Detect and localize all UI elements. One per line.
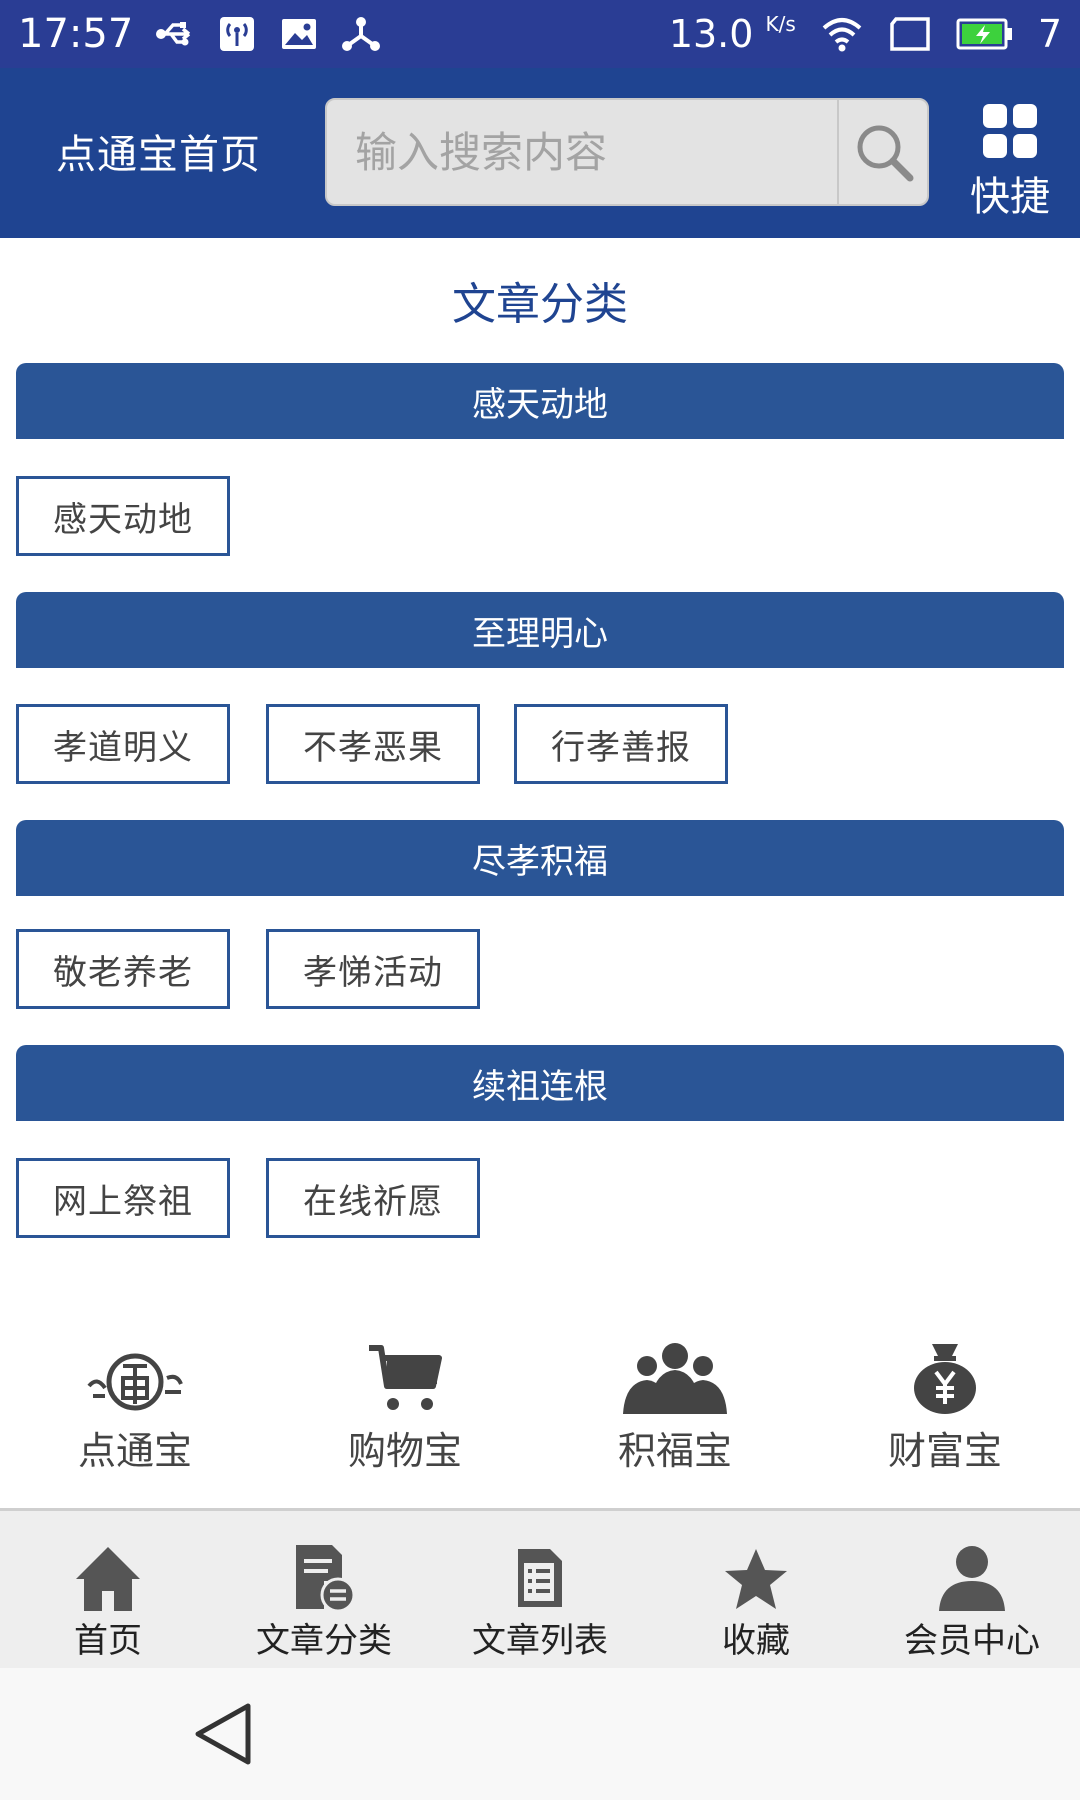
dtb-logo-icon — [87, 1353, 183, 1411]
status-time: 17:57 — [18, 11, 134, 57]
tab-article-category[interactable]: 文章分类 — [224, 1541, 424, 1662]
sim-icon — [890, 17, 930, 51]
quick-link-shopping[interactable]: 购物宝 — [305, 1338, 505, 1475]
status-bar: 17:57 13.0 K/s 7 — [0, 0, 1080, 68]
quick-menu-button[interactable]: 快捷 — [962, 102, 1058, 222]
quick-link-blessing[interactable]: 积福宝 — [575, 1338, 775, 1475]
net-speed: 13.0 K/s — [668, 12, 796, 56]
battery-level: 7 — [1037, 12, 1062, 56]
tag-button[interactable]: 网上祭祖 — [16, 1158, 230, 1238]
usb-icon — [156, 22, 191, 46]
tab-article-list[interactable]: 文章列表 — [440, 1541, 640, 1662]
tab-favorites[interactable]: 收藏 — [656, 1541, 856, 1662]
tag-button[interactable]: 敬老养老 — [16, 929, 230, 1009]
star-icon — [725, 1549, 787, 1609]
doc-category-icon — [296, 1545, 356, 1611]
bottom-tab-bar: 首页 文章分类 文章列表 收藏 会员中心 — [0, 1508, 1080, 1668]
money-bag-icon — [914, 1344, 976, 1414]
tab-home[interactable]: 首页 — [8, 1541, 208, 1662]
status-icons-right: 13.0 K/s 7 — [669, 12, 1062, 56]
search-input[interactable] — [327, 100, 837, 204]
home-icon — [76, 1547, 140, 1611]
battery-icon — [956, 18, 1012, 50]
usb-tether-icon — [342, 17, 381, 51]
system-nav-bar — [0, 1668, 1080, 1800]
search-icon — [857, 125, 914, 182]
tag-button[interactable]: 不孝恶果 — [266, 704, 480, 784]
cart-icon — [369, 1345, 442, 1410]
tag-button[interactable]: 在线祈愿 — [266, 1158, 480, 1238]
tag-button[interactable]: 孝悌活动 — [266, 929, 480, 1009]
people-icon — [623, 1343, 727, 1414]
quick-label: 快捷 — [970, 174, 1050, 220]
image-icon — [282, 19, 317, 49]
back-triangle-icon[interactable] — [192, 1702, 256, 1766]
category-header-4[interactable]: 续祖连根 — [16, 1045, 1064, 1121]
quick-link-dtb[interactable]: 点通宝 — [35, 1338, 235, 1475]
wireless-icon — [220, 17, 255, 51]
user-icon — [939, 1546, 1005, 1611]
quick-link-wealth[interactable]: 财富宝 — [845, 1338, 1045, 1475]
app-header: 点通宝首页 快捷 — [0, 68, 1080, 238]
wifi-icon — [822, 18, 862, 52]
tag-button[interactable]: 孝道明义 — [16, 704, 230, 784]
doc-list-icon — [518, 1549, 562, 1607]
search-button[interactable] — [837, 100, 929, 204]
page-title: 文章分类 — [452, 279, 628, 330]
category-header-1[interactable]: 感天动地 — [16, 363, 1064, 439]
grid-icon — [983, 104, 1037, 158]
tag-button[interactable]: 感天动地 — [16, 476, 230, 556]
quick-links: 点通宝 购物宝 积福宝 财富宝 — [0, 1338, 1080, 1473]
category-header-2[interactable]: 至理明心 — [16, 592, 1064, 668]
tag-button[interactable]: 行孝善报 — [514, 704, 728, 784]
tab-member-center[interactable]: 会员中心 — [872, 1541, 1072, 1662]
app-title: 点通宝首页 — [56, 132, 261, 178]
status-icons-left — [155, 14, 381, 54]
search-box — [325, 98, 929, 206]
category-header-3[interactable]: 尽孝积福 — [16, 820, 1064, 896]
